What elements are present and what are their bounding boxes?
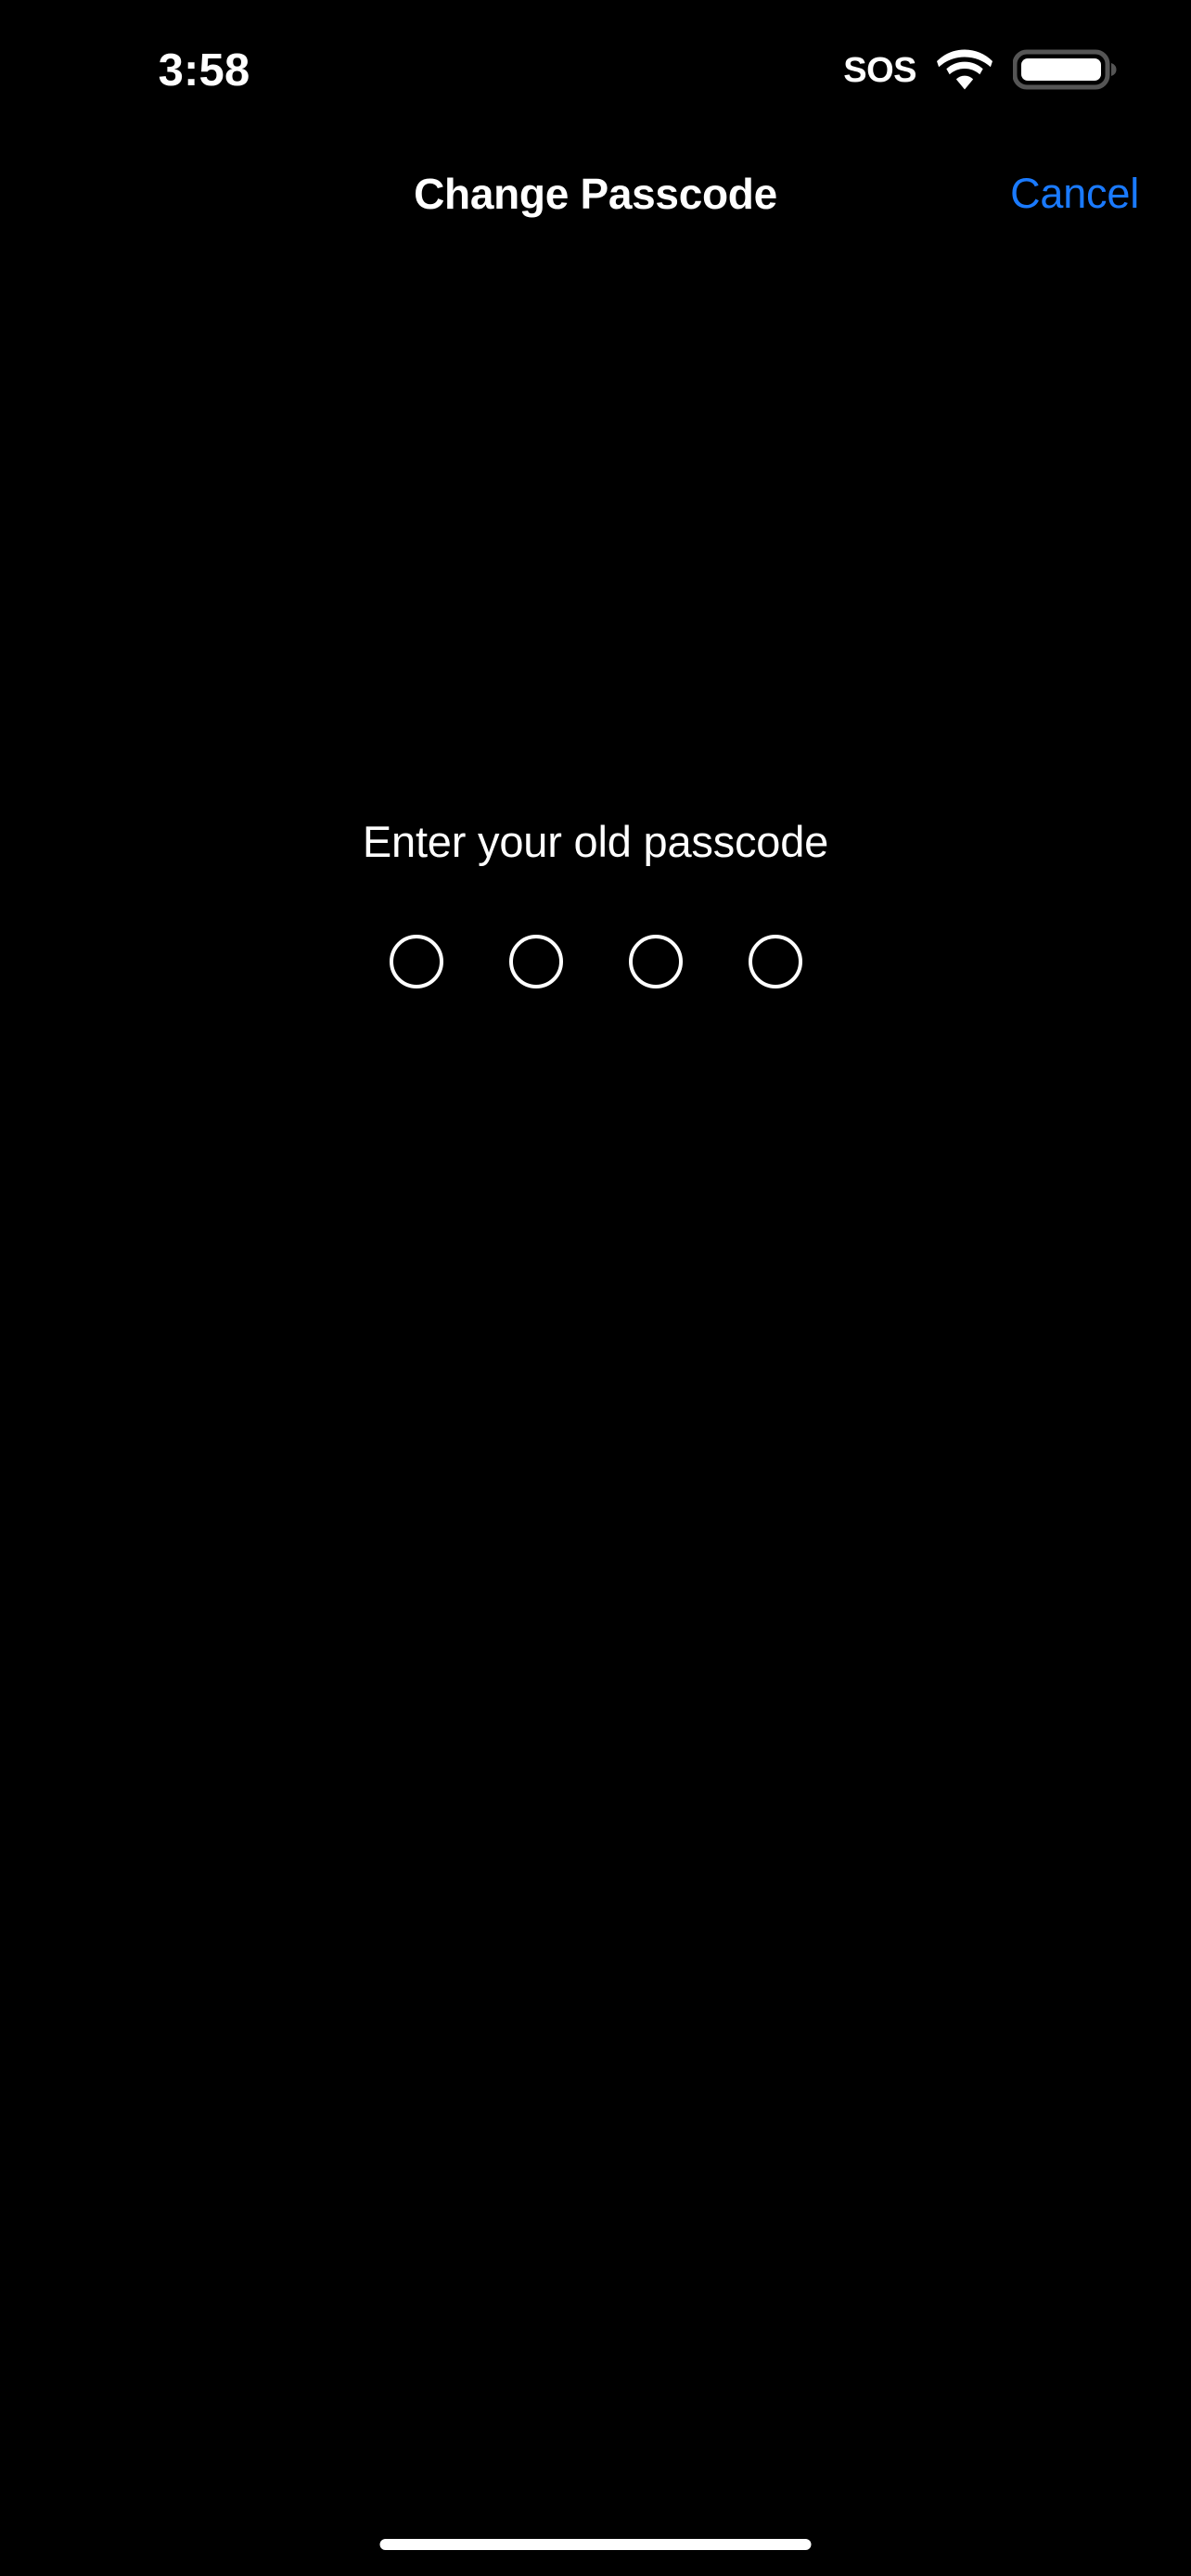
navigation-bar: Change Passcode Cancel bbox=[0, 139, 1191, 249]
passcode-dot-2 bbox=[508, 935, 563, 988]
passcode-dot-row[interactable] bbox=[0, 935, 1191, 988]
home-indicator[interactable] bbox=[379, 2539, 812, 2550]
status-bar: 3:58 SOS bbox=[0, 0, 1191, 139]
status-bar-indicators: SOS bbox=[843, 46, 1117, 93]
status-bar-time: 3:58 bbox=[158, 45, 250, 96]
wifi-icon bbox=[937, 49, 992, 90]
sos-indicator: SOS bbox=[843, 51, 916, 90]
passcode-dot-4 bbox=[748, 935, 802, 988]
cancel-button[interactable]: Cancel bbox=[1010, 139, 1139, 249]
passcode-entry-area: Enter your old passcode bbox=[0, 816, 1191, 988]
battery-icon bbox=[1013, 49, 1117, 90]
passcode-prompt-label: Enter your old passcode bbox=[362, 817, 829, 866]
passcode-dot-3 bbox=[628, 935, 683, 988]
passcode-dot-1 bbox=[389, 935, 443, 988]
